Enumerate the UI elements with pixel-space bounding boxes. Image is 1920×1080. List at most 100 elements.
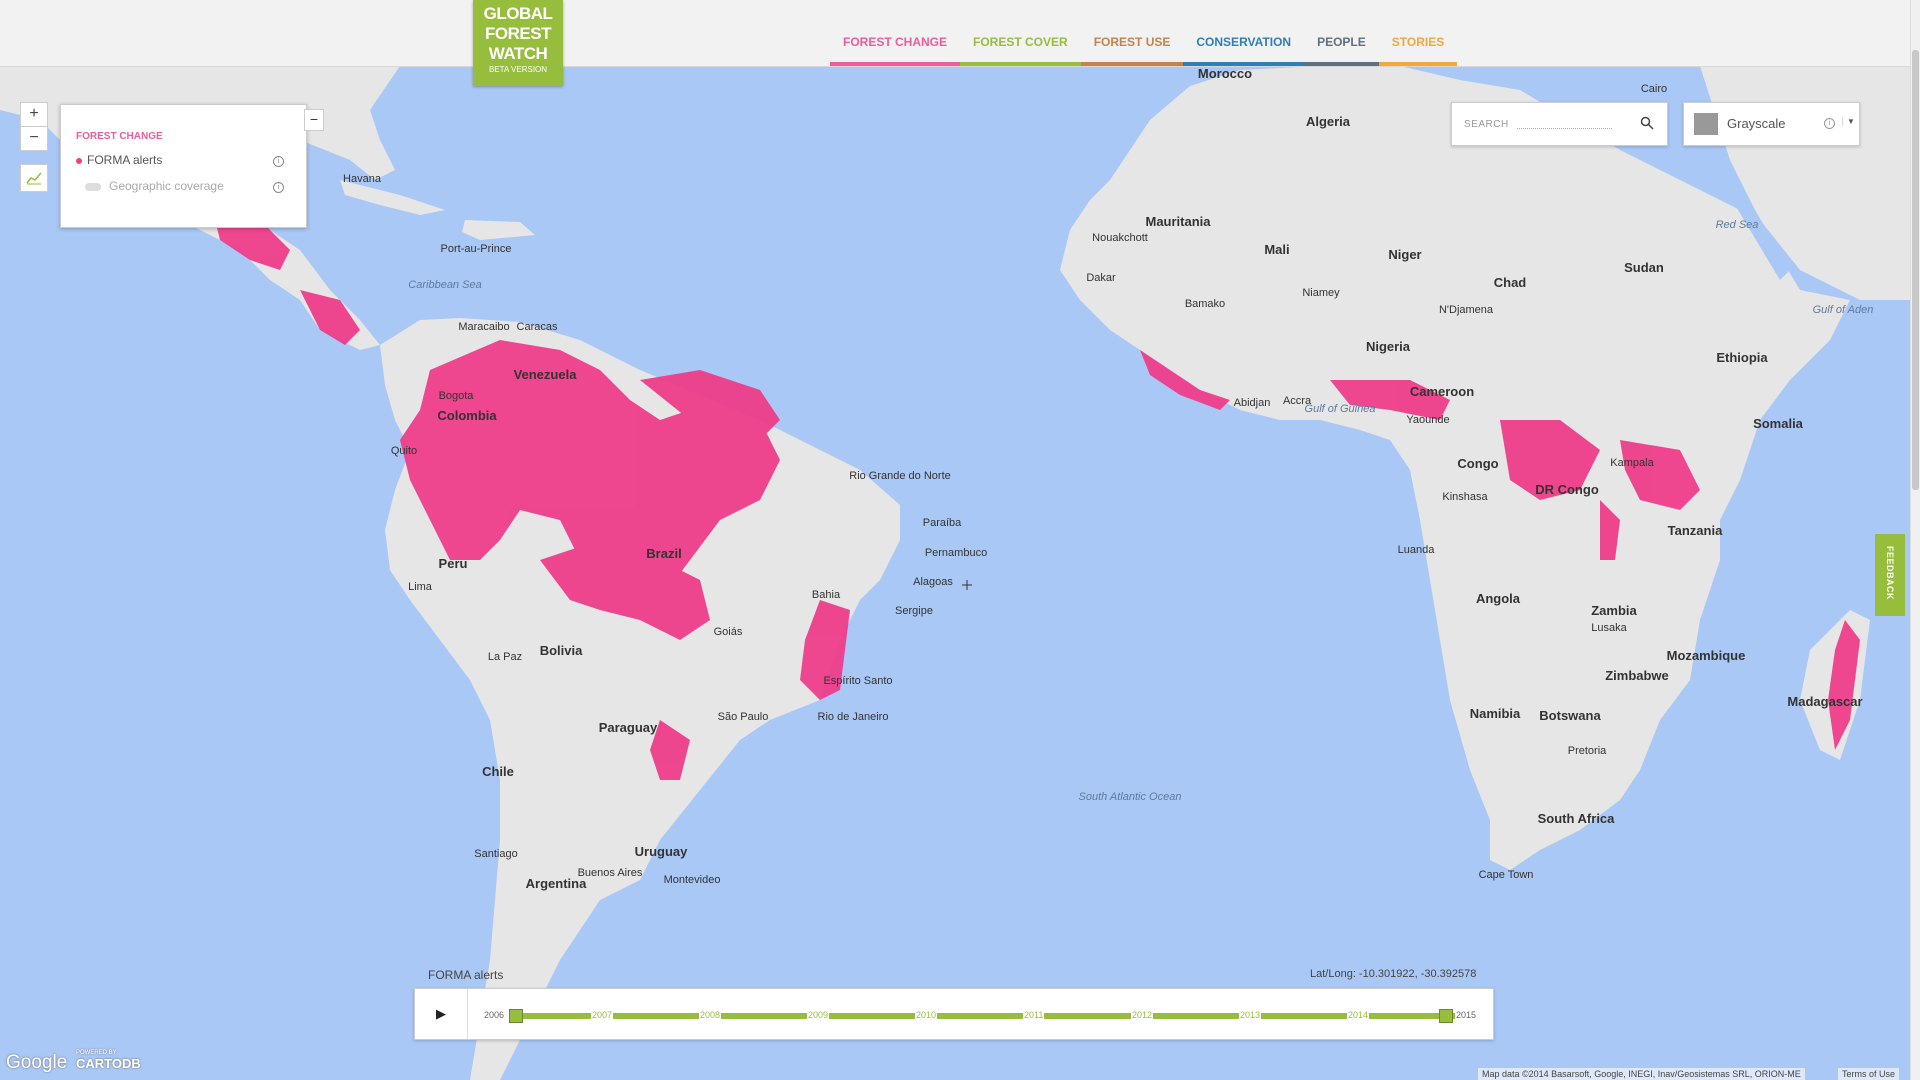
search-icon[interactable] (1640, 116, 1654, 130)
basemap-selector[interactable]: Grayscale i ▼ (1683, 102, 1860, 146)
map-label-mali: Mali (1264, 242, 1289, 257)
map-label-bahia: Bahia (812, 589, 841, 601)
info-icon[interactable]: i (1824, 118, 1835, 129)
timeline-track[interactable] (515, 1013, 1455, 1019)
timeline-year[interactable]: 2013 (1239, 1010, 1262, 1020)
map-label-bamako: Bamako (1185, 298, 1225, 310)
map-label-gulf-of-aden: Gulf of Aden (1813, 304, 1874, 316)
map-label-mauritania: Mauritania (1145, 214, 1211, 229)
map-label-red-sea: Red Sea (1716, 219, 1759, 231)
main-nav: FOREST CHANGE FOREST COVER FOREST USE CO… (830, 0, 1458, 66)
logo-line-3: WATCH (488, 44, 548, 63)
map-label-uruguay: Uruguay (635, 844, 689, 859)
terms-of-use-link[interactable]: Terms of Use (1838, 1068, 1900, 1080)
nav-people[interactable]: PEOPLE (1304, 0, 1379, 66)
map-label-sao-paulo: São Paulo (718, 711, 769, 723)
timeline-year[interactable]: 2012 (1131, 1010, 1154, 1020)
map-label-buenos-aires: Buenos Aires (578, 867, 643, 879)
top-header: FOREST CHANGE FOREST COVER FOREST USE CO… (0, 0, 1910, 67)
nav-forest-cover[interactable]: FOREST COVER (960, 0, 1081, 66)
map-label-lima: Lima (408, 581, 433, 593)
scrollbar[interactable] (1910, 0, 1920, 1080)
map-label-tanzania: Tanzania (1668, 523, 1723, 538)
legend-layer-label: FORMA alerts (87, 153, 163, 167)
feedback-tab[interactable]: FEEDBACK (1875, 534, 1905, 616)
play-button[interactable]: ▶ (415, 989, 468, 1039)
map-label-yaounde: Yaounde (1406, 414, 1449, 426)
map-label-dr-congo: DR Congo (1535, 482, 1599, 497)
map-label-cairo: Cairo (1641, 83, 1667, 95)
timeline-end-handle[interactable] (1439, 1009, 1453, 1023)
collapse-panel-button[interactable]: − (304, 109, 324, 131)
map-label-chad: Chad (1494, 275, 1527, 290)
map-label-pretoria: Pretoria (1568, 745, 1607, 757)
map-label-caribbean-sea: Caribbean Sea (408, 279, 481, 291)
timeline-year[interactable]: 2006 (483, 1010, 506, 1020)
info-icon[interactable]: i (273, 182, 284, 193)
timeline-year[interactable]: 2011 (1023, 1010, 1045, 1020)
map-label-cape-town: Cape Town (1479, 869, 1534, 881)
map-label-madagascar: Madagascar (1787, 694, 1862, 709)
timeline-year[interactable]: 2015 (1455, 1010, 1478, 1020)
timeline-year[interactable]: 2007 (591, 1010, 614, 1020)
map-attribution: Map data ©2014 Basarsoft, Google, INEGI,… (1478, 1068, 1805, 1080)
nav-conservation[interactable]: CONSERVATION (1183, 0, 1305, 66)
analysis-button[interactable] (20, 164, 48, 192)
map-label-congo: Congo (1457, 456, 1498, 471)
map-label-alagoas: Alagoas (913, 576, 953, 588)
logo-subtitle: BETA VERSION (488, 65, 548, 74)
map-label-peru: Peru (439, 556, 468, 571)
map-label-paraiba: Paraíba (923, 517, 962, 529)
zoom-in-button[interactable]: + (20, 102, 48, 127)
map-label-caracas: Caracas (517, 321, 558, 333)
basemap-thumbnail (1694, 113, 1718, 135)
map-label-nouakchott: Nouakchott (1092, 232, 1148, 244)
legend-layer-forma[interactable]: FORMA alerts (76, 153, 162, 167)
search-input-line[interactable] (1517, 128, 1612, 129)
google-logo: Google (6, 1052, 68, 1073)
map-label-port-au-prince: Port-au-Prince (441, 243, 512, 255)
scrollbar-thumb[interactable] (1912, 50, 1919, 490)
map-label-paraguay: Paraguay (599, 720, 658, 735)
chevron-down-icon[interactable]: ▼ (1842, 117, 1855, 126)
legend-sublayer-coverage[interactable]: Geographic coverage (85, 179, 224, 193)
map-label-zimbabwe: Zimbabwe (1605, 668, 1669, 683)
map-label-quito: Quito (391, 445, 417, 457)
map-label-somalia: Somalia (1753, 416, 1804, 431)
map-label-south-atlantic-ocean: South Atlantic Ocean (1079, 791, 1182, 803)
map-label-luanda: Luanda (1398, 544, 1436, 556)
timeline-year[interactable]: 2008 (699, 1010, 722, 1020)
map-label-sergipe: Sergipe (895, 605, 933, 617)
info-icon[interactable]: i (273, 156, 284, 167)
map-label-bogota: Bogota (439, 390, 475, 402)
zoom-out-button[interactable]: − (20, 126, 48, 151)
map-label-espirito-santo: Espírito Santo (823, 675, 892, 687)
timeline-year[interactable]: 2009 (807, 1010, 830, 1020)
map-label-gulf-of-guinea: Gulf of Guinea (1305, 403, 1376, 415)
nav-forest-change[interactable]: FOREST CHANGE (830, 0, 961, 66)
map-label-colombia: Colombia (437, 408, 497, 423)
map-label-dakar: Dakar (1086, 272, 1116, 284)
map-label-south-africa: South Africa (1538, 811, 1616, 826)
map-label-abidjan: Abidjan (1234, 397, 1271, 409)
search-box[interactable]: SEARCH (1451, 102, 1668, 146)
feedback-label: FEEDBACK (1885, 546, 1895, 601)
gfw-logo[interactable]: GLOBAL FOREST WATCH BETA VERSION (473, 0, 563, 86)
map-label-kinshasa: Kinshasa (1442, 491, 1488, 503)
timeline-year[interactable]: 2014 (1347, 1010, 1370, 1020)
timeline-control: ▶ 2006 2007 2008 2009 2010 2011 2012 201… (414, 988, 1494, 1040)
map-label-ndjamena: N'Djamena (1439, 304, 1494, 316)
map-label-pernambuco: Pernambuco (925, 547, 987, 559)
nav-forest-use[interactable]: FOREST USE (1080, 0, 1184, 66)
nav-stories[interactable]: STORIES (1378, 0, 1458, 66)
map-label-ethiopia: Ethiopia (1716, 350, 1768, 365)
legend-sublayer-label: Geographic coverage (109, 179, 224, 193)
map-label-rio-de-janeiro: Rio de Janeiro (818, 711, 889, 723)
chart-icon (26, 172, 42, 185)
timeline-start-handle[interactable] (509, 1009, 523, 1023)
map-label-mozambique: Mozambique (1667, 648, 1746, 663)
map-label-niamey: Niamey (1302, 287, 1340, 299)
timeline-year[interactable]: 2010 (915, 1010, 938, 1020)
toggle-switch[interactable] (85, 182, 101, 191)
map-label-goias: Goiás (714, 626, 743, 638)
